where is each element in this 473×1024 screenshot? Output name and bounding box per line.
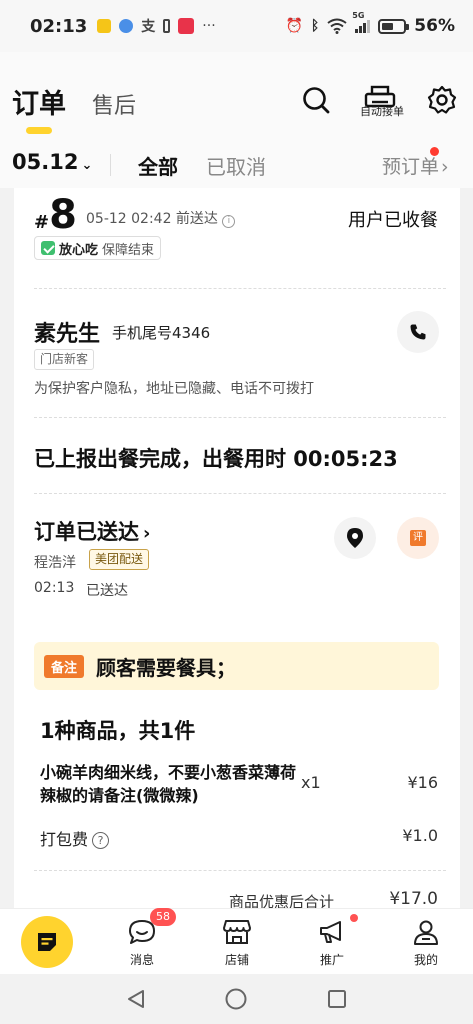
wifi-icon [327,18,347,34]
subtotal-label: 商品优惠后合计 [229,893,335,908]
item-price: ¥16 [407,773,438,792]
preorder-label: 预订单 [382,156,440,178]
privacy-note: 为保护客户隐私，地址已隐藏、电话不可拨打 [34,381,314,397]
nav-promote[interactable]: 推广 [302,917,362,968]
subtotal-value: ¥17.0 [389,889,438,908]
network-type: 5G [352,11,365,20]
orders-fab-button[interactable] [21,916,73,968]
remark-text: 顾客需要餐具； [96,655,237,680]
bottom-nav: 消息 58 店铺 推广 我的 [0,908,473,974]
divider [34,417,446,418]
filter-row: 05.12 ⌄ 全部 已取消 预订单 › [0,140,473,188]
customer-phone: 手机尾号4346 [112,324,211,342]
system-nav-bar [0,974,473,1024]
new-customer-tag: 门店新客 [34,349,95,370]
packing-fee-label: 打包费? [40,826,110,850]
review-button[interactable]: 评 [397,517,439,559]
status-time: 02:13 [30,15,88,37]
home-circle-icon[interactable] [221,984,251,1014]
filter-cancelled[interactable]: 已取消 [206,151,266,180]
chevron-right-icon: › [143,523,151,544]
chevron-down-icon: ⌄ [81,158,93,173]
call-button[interactable] [397,311,439,353]
back-triangle-icon[interactable] [121,984,151,1014]
nav-mine[interactable]: 我的 [396,917,456,968]
user-icon [414,920,438,945]
remark-tag: 备注 [44,654,85,678]
tab-after-sales[interactable]: 售后 [92,88,136,120]
nav-messages-label: 消息 [129,953,154,967]
nav-store-label: 店铺 [224,953,249,967]
status-notification-icons: 支 ··· [97,16,216,36]
alarm-icon: ⏰ [285,18,303,34]
safe-eat-title: 放心吃 [59,242,99,258]
help-icon[interactable]: ? [92,832,110,849]
search-icon[interactable] [298,82,334,118]
megaphone-icon [320,921,341,943]
phone-icon [410,324,426,340]
bluetooth-icon: ᛒ [310,18,320,34]
auto-accept-label[interactable]: 自动接单 [356,103,408,119]
review-icon: 评 [410,530,426,546]
delivered-time: 02:13 [34,580,75,596]
messages-badge: 58 [150,908,176,926]
order-card: #8 05-12 02:42 前送达 i 用户已收餐 放心吃 保障结束 素先生 … [14,188,460,908]
date-value: 05.12 [12,150,79,174]
delivered-label: 已送达 [86,583,128,599]
order-status: 用户已收餐 [348,210,438,231]
sim-icon [163,19,171,33]
tab-active-indicator [26,127,52,134]
info-icon[interactable]: i [222,215,236,228]
tab-orders[interactable]: 订单 [12,82,66,121]
location-button[interactable] [334,517,376,559]
safe-eat-status: 保障结束 [102,242,155,258]
shield-check-icon [41,241,55,255]
divider [34,870,446,871]
store-icon [223,920,251,944]
chevron-right-icon: › [441,156,449,178]
subtotal-row: 商品优惠后合计 ¥17.0 [14,888,460,908]
status-right: ⏰ ᛒ 5G 56% [285,11,455,36]
signal-icon: 5G [352,11,371,33]
divider [34,288,446,289]
nav-mine-label: 我的 [413,953,438,967]
courier-name: 程浩洋 [34,555,76,571]
item-quantity: x1 [301,773,321,792]
battery-percent: 56% [414,16,455,36]
delivery-service-tag: 美团配送 [89,549,150,570]
status-bar: 02:13 支 ··· ⏰ ᛒ 5G 56% [0,0,473,52]
bee-icon [97,19,112,33]
more-dots-icon: ··· [202,18,216,34]
video-app-icon [178,18,195,34]
date-selector[interactable]: 05.12 ⌄ [12,150,92,174]
settings-gear-icon[interactable] [424,82,460,118]
customer-name: 素先生 [34,322,101,347]
nav-promote-label: 推广 [319,953,344,967]
location-pin-icon [347,528,363,548]
battery-icon [378,18,410,34]
meal-ready-report: 已上报出餐完成，出餐用时 00:05:23 [34,447,398,471]
packing-fee-price: ¥1.0 [402,826,438,845]
recents-square-icon[interactable] [322,984,352,1014]
item-name: 小碗羊肉细米线，不要小葱香菜薄荷辣椒的请备注(微微辣) [40,763,297,805]
preorder-link[interactable]: 预订单 › [382,152,449,179]
delivery-status-link[interactable]: 订单已送达 › [34,516,150,546]
safe-eat-badge: 放心吃 保障结束 [34,236,162,260]
order-number: #8 [34,192,77,238]
filter-divider [110,154,111,176]
note-icon [38,933,56,951]
deliver-before-time: 05-12 02:42 前送达 i [86,208,236,228]
browser-icon [119,19,134,33]
remark-box: 备注 顾客需要餐具； [34,642,439,690]
divider [34,493,446,494]
app-header: 订单 售后 [0,52,473,140]
preorder-notification-dot [430,147,439,156]
promote-notification-dot [350,914,358,922]
goods-count: 1种商品，共1件 [40,719,196,743]
filter-all[interactable]: 全部 [138,151,178,180]
nav-store[interactable]: 店铺 [207,917,267,968]
alipay-icon: 支 [141,19,156,35]
